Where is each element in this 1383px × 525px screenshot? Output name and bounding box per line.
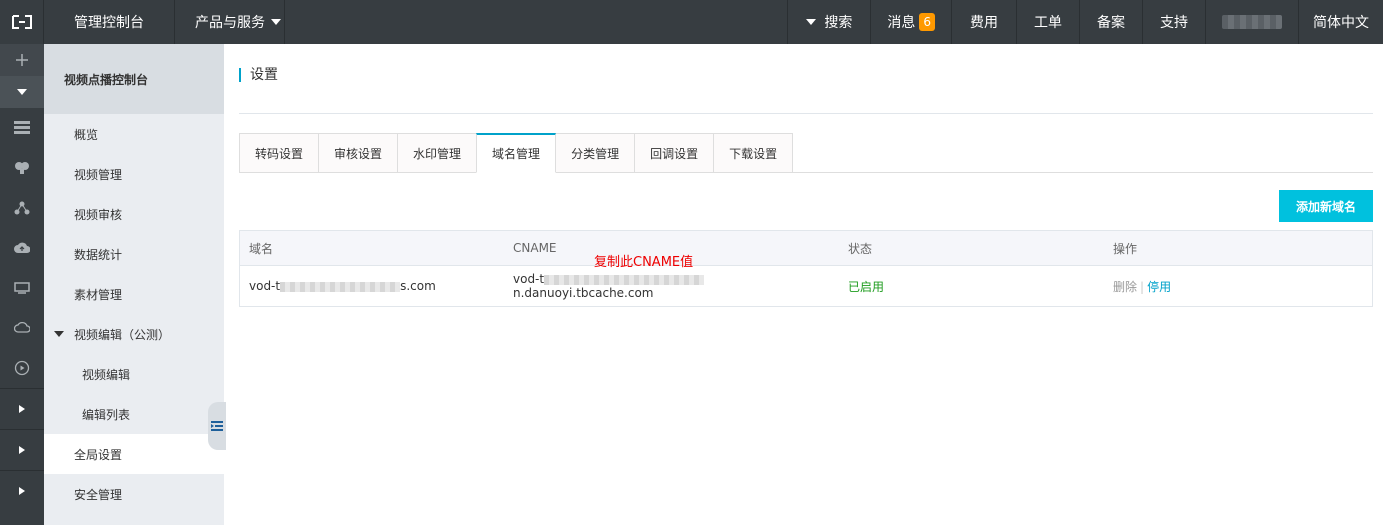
delete-link[interactable]: 删除	[1113, 280, 1137, 294]
server-icon[interactable]	[0, 108, 44, 148]
table-row: vod-t s.com vod-tn.danuoyi.tbcache.com 已启…	[240, 266, 1372, 306]
sidebar-title: 视频点播控制台	[44, 44, 224, 114]
sidebar-group-label: 视频编辑（公测）	[74, 327, 171, 342]
products-label: 产品与服务	[195, 15, 265, 31]
caret-down-icon	[271, 19, 281, 25]
divider	[239, 113, 1373, 114]
annotation-text: 复制此CNAME值	[594, 255, 694, 270]
add-domain-button[interactable]: 添加新域名	[1279, 190, 1373, 222]
sidebar-group-video-editing[interactable]: 视频编辑（公测）	[44, 314, 224, 354]
message-count-badge: 6	[919, 13, 935, 31]
nodes-icon[interactable]	[0, 188, 44, 228]
icon-rail	[0, 44, 44, 525]
caret-down-icon	[806, 19, 817, 25]
tab-transcode[interactable]: 转码设置	[239, 133, 320, 173]
tab-watermark[interactable]: 水印管理	[397, 133, 478, 173]
sidebar-item-video-management[interactable]: 视频管理	[44, 154, 224, 194]
masked-text	[544, 274, 705, 285]
chevron-right-icon[interactable]	[0, 471, 44, 511]
action-separator: |	[1140, 279, 1145, 294]
page-title: 设置	[239, 68, 278, 82]
chevron-right-icon[interactable]	[0, 430, 44, 470]
top-navbar: 管理控制台 产品与服务 搜索 消息 6 费用 工单 备案 支持 简体中文	[0, 0, 1383, 44]
messages-button[interactable]: 消息 6	[870, 0, 951, 44]
account-name-masked	[1222, 15, 1282, 29]
masked-text	[280, 281, 401, 292]
cname-suffix: n.danuoyi.tbcache.com	[513, 286, 654, 300]
actions-cell: 删除 | 停用	[1104, 278, 1372, 295]
tab-category[interactable]: 分类管理	[555, 133, 636, 173]
tab-callback[interactable]: 回调设置	[634, 133, 715, 173]
tickets-link[interactable]: 工单	[1016, 0, 1079, 44]
messages-label: 消息	[887, 15, 916, 31]
support-link[interactable]: 支持	[1142, 0, 1205, 44]
monitor-icon[interactable]	[0, 268, 44, 308]
chevron-right-icon[interactable]	[0, 389, 44, 429]
caret-down-icon[interactable]	[0, 76, 44, 108]
sidebar-item-global-settings[interactable]: 全局设置	[44, 434, 224, 474]
header-domain: 域名	[249, 241, 274, 256]
header-status: 状态	[848, 241, 873, 256]
caret-down-icon	[54, 331, 64, 337]
domain-table: 域名 CNAME 状态 操作 vod-t s.com vod-tn.danuoyi…	[239, 230, 1373, 307]
status-badge: 已启用	[848, 279, 885, 294]
sidebar-item-edit-list[interactable]: 编辑列表	[44, 394, 224, 434]
table-header: 域名 CNAME 状态 操作	[240, 231, 1372, 266]
tab-domain[interactable]: 域名管理	[476, 133, 557, 173]
tab-review[interactable]: 审核设置	[318, 133, 399, 173]
domain-cell: vod-t s.com	[240, 279, 504, 293]
sidebar-item-overview[interactable]: 概览	[44, 114, 224, 154]
cloud-upload-icon[interactable]	[0, 228, 44, 268]
tabs-divider	[239, 172, 1373, 173]
tab-download[interactable]: 下载设置	[713, 133, 794, 173]
sidebar-item-materials[interactable]: 素材管理	[44, 274, 224, 314]
sidebar-item-statistics[interactable]: 数据统计	[44, 234, 224, 274]
sidebar: 视频点播控制台 概览 视频管理 视频审核 数据统计 素材管理 视频编辑（公测） …	[44, 44, 224, 525]
aliyun-logo-icon[interactable]	[0, 0, 44, 44]
play-circle-icon[interactable]	[0, 348, 44, 388]
sidebar-item-security[interactable]: 安全管理	[44, 474, 224, 514]
sidebar-item-video-review[interactable]: 视频审核	[44, 194, 224, 234]
header-actions: 操作	[1113, 241, 1138, 256]
billing-link[interactable]: 费用	[951, 0, 1016, 44]
domain-prefix: vod-t	[249, 279, 281, 293]
cname-prefix: vod-t	[513, 272, 545, 286]
cname-cell: vod-tn.danuoyi.tbcache.com	[504, 272, 839, 300]
brain-icon[interactable]	[0, 148, 44, 188]
language-switch[interactable]: 简体中文	[1298, 0, 1383, 44]
icp-link[interactable]: 备案	[1079, 0, 1142, 44]
console-link[interactable]: 管理控制台	[44, 0, 175, 44]
cloud-icon[interactable]	[0, 308, 44, 348]
account-menu[interactable]	[1205, 0, 1298, 44]
plus-icon[interactable]	[0, 44, 44, 76]
settings-tabs: 转码设置 审核设置 水印管理 域名管理 分类管理 回调设置 下载设置	[239, 133, 794, 173]
status-cell: 已启用	[839, 278, 1104, 295]
sidebar-item-video-edit[interactable]: 视频编辑	[44, 354, 224, 394]
domain-suffix: s.com	[400, 279, 436, 293]
main-content: 设置 转码设置 审核设置 水印管理 域名管理 分类管理 回调设置 下载设置 添加…	[224, 44, 1383, 525]
products-menu[interactable]: 产品与服务	[175, 0, 285, 44]
disable-link[interactable]: 停用	[1147, 280, 1171, 294]
search-button[interactable]: 搜索	[787, 0, 870, 44]
search-label: 搜索	[824, 15, 853, 31]
